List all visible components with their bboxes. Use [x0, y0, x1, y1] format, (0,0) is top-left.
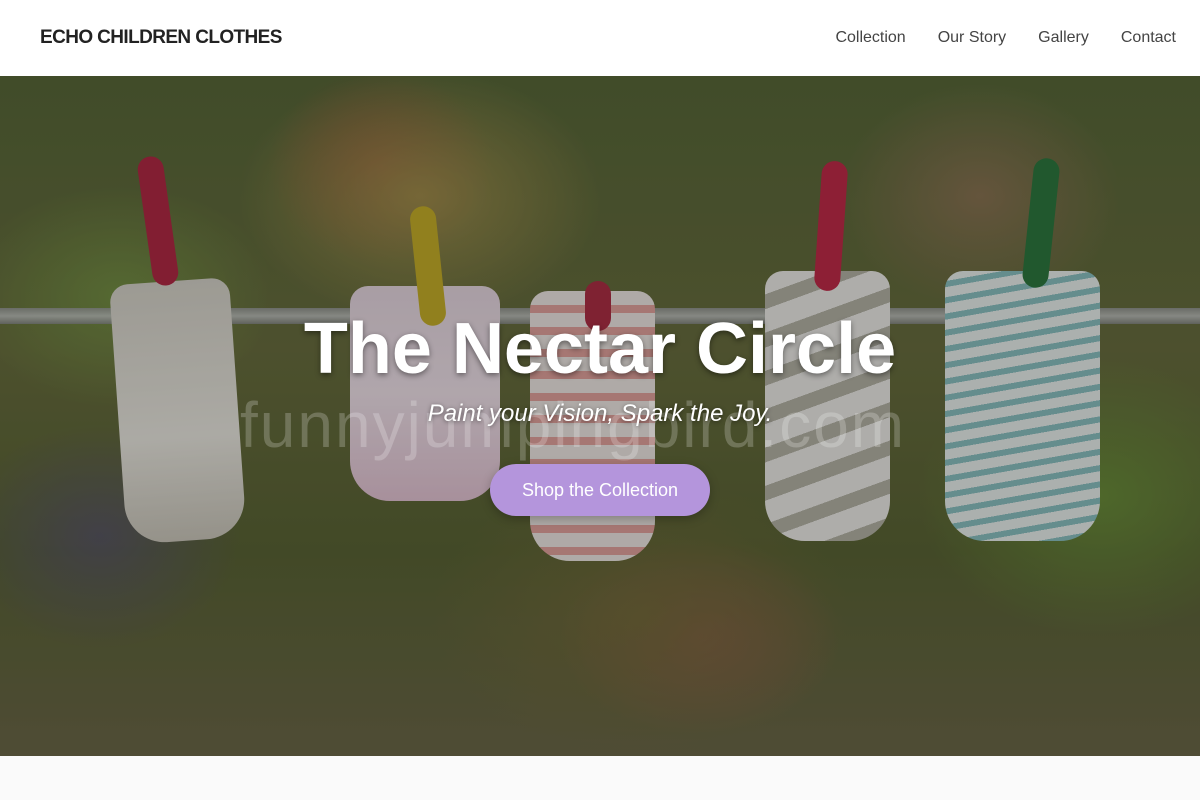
brand-logo[interactable]: ECHO CHILDREN CLOTHES: [40, 27, 282, 49]
shop-collection-button[interactable]: Shop the Collection: [490, 464, 710, 516]
hero-section: funnyjumpingbird.com The Nectar Circle P…: [0, 76, 1200, 756]
hero-content: The Nectar Circle Paint your Vision, Spa…: [0, 76, 1200, 756]
hero-title: The Nectar Circle: [303, 309, 897, 389]
nav-link-gallery[interactable]: Gallery: [1038, 29, 1089, 47]
nav-link-our-story[interactable]: Our Story: [938, 29, 1006, 47]
site-header: ECHO CHILDREN CLOTHES Collection Our Sto…: [0, 0, 1200, 76]
nav-link-contact[interactable]: Contact: [1121, 29, 1176, 47]
hero-subtitle: Paint your Vision, Spark the Joy.: [427, 400, 773, 427]
main-nav: Collection Our Story Gallery Contact: [835, 29, 1176, 47]
nav-link-collection[interactable]: Collection: [835, 29, 905, 47]
next-section-edge: [0, 756, 1200, 800]
